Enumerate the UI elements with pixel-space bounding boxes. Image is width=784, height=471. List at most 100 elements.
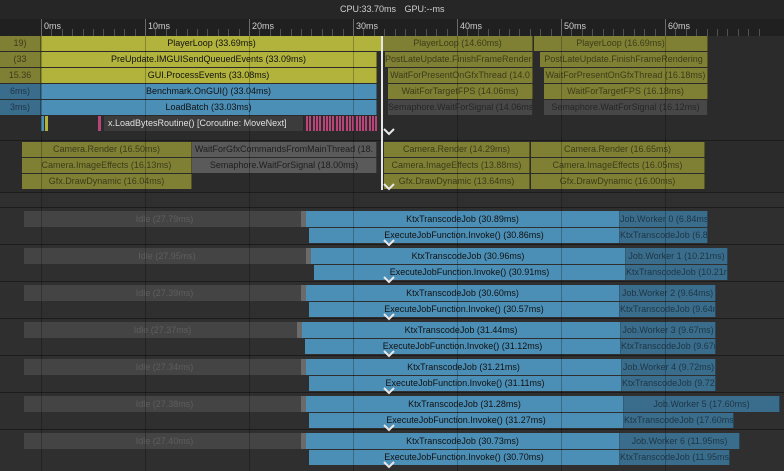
sample-playerloop[interactable]: PlayerLoop (33.69ms) (41, 36, 383, 51)
sample-job-worker[interactable]: Job.Worker 2 (9.64ms) (620, 285, 716, 301)
sample-job-worker[interactable]: Job.Worker 1 (10.21ms) (626, 248, 728, 264)
coroutine-sample-tick[interactable] (342, 116, 345, 131)
sample-idle[interactable]: Idle (27.40ms) (24, 433, 306, 449)
sample-job-worker[interactable]: Job.Worker 4 (9.72ms) (622, 359, 716, 375)
sample-ktx-transcode-job[interactable]: KtxTranscodeJob (9.64ms) (620, 302, 716, 317)
sample-job-worker[interactable]: Job.Worker 5 (17.60ms) (624, 396, 780, 412)
coroutine-sample-tick[interactable] (312, 116, 315, 131)
coroutine-sample-tick[interactable] (348, 116, 351, 131)
sample-benchmark-ongui[interactable]: Benchmark.OnGUI() (33.04ms) (41, 84, 377, 99)
coroutine-sample-tick[interactable] (329, 116, 332, 131)
sample-sliver[interactable] (301, 285, 306, 301)
sample-sliver[interactable] (297, 322, 302, 338)
sample-semaphore-wait[interactable]: Semaphore.WaitForSignal (18.00ms) (192, 158, 377, 173)
coroutine-sample-tick[interactable] (365, 116, 368, 131)
sample-camera-render[interactable]: Camera.Render (16.65ms) (531, 142, 705, 157)
sample-idle[interactable]: Idle (27.39ms) (24, 285, 306, 301)
sample-sliver[interactable] (301, 433, 306, 449)
sample-execute-job-function[interactable]: ExecuteJobFunction.Invoke() (30.91ms) (314, 265, 626, 280)
sample-idle[interactable]: Idle (27.37ms) (24, 322, 302, 338)
coroutine-sample-tick[interactable] (315, 116, 318, 131)
cutoff-sample[interactable]: 3ms) (0, 100, 41, 115)
sample-idle[interactable]: Idle (27.38ms) (24, 396, 306, 412)
sample-ktx-transcode-job[interactable]: KtxTranscodeJob (11.95ms) (620, 450, 730, 465)
coroutine-sample-tick[interactable] (345, 116, 348, 131)
sample-sliver[interactable] (306, 248, 311, 264)
sample-waitfortargetfps[interactable]: WaitForTargetFPS (14.06ms) (388, 84, 533, 99)
chevron-down-icon[interactable] (383, 276, 395, 284)
ruler-minor-tick (633, 29, 635, 36)
coroutine-sample-tick[interactable] (372, 116, 374, 131)
sample-camera-imageeffects[interactable]: Camera.ImageEffects (16.13ms) (22, 158, 192, 173)
ruler-minor-tick (488, 29, 490, 36)
sample-semaphore-wait[interactable]: Semaphore.WaitForSignal (16.12ms) (544, 100, 708, 115)
sample-sliver[interactable] (301, 211, 306, 227)
sample-waitfortargetfps[interactable]: WaitForTargetFPS (16.18ms) (544, 84, 708, 99)
coroutine-sample-tick[interactable] (368, 116, 371, 131)
chevron-down-icon[interactable] (383, 387, 395, 395)
sample-execute-job-function[interactable]: ExecuteJobFunction.Invoke() (31.27ms) (309, 413, 624, 428)
sample-preupdate[interactable]: PreUpdate.IMGUISendQueuedEvents (33.09ms… (41, 52, 377, 67)
sample-job-worker[interactable]: Job.Worker 3 (9.67ms) (621, 322, 716, 338)
sample-sliver[interactable] (301, 359, 306, 375)
sample-execute-job-function[interactable]: ExecuteJobFunction.Invoke() (31.11ms) (309, 376, 622, 391)
sample-gui-processevents[interactable]: GUI.ProcessEvents (33.08ms) (41, 68, 377, 83)
sample-ktx-transcode-job[interactable]: KtxTranscodeJob (10.21ms) (626, 265, 728, 280)
sample-job-worker[interactable]: Job.Worker 0 (6.84ms) (620, 211, 708, 227)
coroutine-sample-tick[interactable] (358, 116, 361, 131)
coroutine-sample-tick[interactable] (339, 116, 341, 131)
sample-idle[interactable]: Idle (27.95ms) (24, 248, 311, 264)
sample-execute-job-function[interactable]: ExecuteJobFunction.Invoke() (30.57ms) (309, 302, 620, 317)
sample-gfx-drawdynamic[interactable]: Gfx.DrawDynamic (16.04ms) (22, 174, 192, 189)
cutoff-sample[interactable]: 19) (0, 36, 41, 51)
sample-playerloop[interactable]: PlayerLoop (14.60ms) (383, 36, 533, 51)
coroutine-sample-tick[interactable] (319, 116, 322, 131)
cutoff-sample[interactable]: 6ms) (0, 84, 41, 99)
sample-sliver[interactable] (98, 116, 101, 131)
coroutine-sample-tick[interactable] (362, 116, 365, 131)
sample-ktx-transcode-job[interactable]: KtxTranscodeJob (30.96ms) (311, 248, 626, 264)
coroutine-sample-tick[interactable] (322, 116, 325, 131)
cutoff-sample[interactable]: (33 (0, 52, 41, 67)
sample-loadbatch[interactable]: LoadBatch (33.03ms) (41, 100, 377, 115)
sample-sliver[interactable] (45, 116, 48, 131)
sample-semaphore-wait[interactable]: Semaphore.WaitForSignal (14.06ms) (388, 100, 533, 115)
time-ruler[interactable]: 0ms 10ms 20ms 30ms 40ms 50ms 60ms (0, 19, 784, 36)
coroutine-sample-tick[interactable] (375, 116, 378, 131)
sample-idle[interactable]: Idle (27.34ms) (24, 359, 306, 375)
cutoff-sample[interactable]: 15.36 (0, 68, 41, 83)
chevron-down-icon[interactable] (383, 424, 395, 432)
timeline-view[interactable]: 19) (33 15.36 6ms) 3ms) PlayerLoop (33.69ms) P… (0, 36, 784, 471)
coroutine-sample-tick[interactable] (335, 116, 338, 131)
sample-ktx-transcode-job[interactable]: KtxTranscodeJob (31.44ms) (302, 322, 621, 338)
sample-finishframe[interactable]: PostLateUpdate.FinishFrameRendering (385, 52, 533, 67)
sample-idle[interactable]: Idle (27.79ms) (24, 211, 306, 227)
sample-gfx-drawdynamic[interactable]: Gfx.DrawDynamic (16.00ms) (531, 174, 705, 189)
sample-sliver[interactable] (301, 396, 306, 412)
sample-finishframe[interactable]: PostLateUpdate.FinishFrameRendering (540, 52, 708, 67)
coroutine-sample-tick[interactable] (325, 116, 328, 131)
sample-camera-imageeffects[interactable]: Camera.ImageEffects (16.05ms) (531, 158, 705, 173)
sample-waitforpresent[interactable]: WaitForPresentOnGfxThread (16.18ms) (544, 68, 708, 83)
chevron-down-icon[interactable] (383, 461, 395, 469)
sample-ktx-transcode-job[interactable]: KtxTranscodeJob (6.84ms) (620, 228, 708, 243)
sample-camera-render[interactable]: Camera.Render (16.50ms) (22, 142, 192, 157)
sample-execute-job-function[interactable]: ExecuteJobFunction.Invoke() (30.70ms) (309, 450, 620, 465)
coroutine-sample-tick[interactable] (355, 116, 358, 131)
coroutine-sample-tick[interactable] (332, 116, 335, 131)
sample-waitforgfx[interactable]: WaitForGfxCommandsFromMainThread (18. (192, 142, 377, 157)
chevron-down-icon[interactable] (383, 239, 395, 247)
sample-ktx-transcode-job[interactable]: KtxTranscodeJob (9.72ms) (622, 376, 716, 391)
coroutine-sample-tick[interactable] (306, 116, 308, 131)
chevron-down-icon[interactable] (383, 313, 395, 321)
coroutine-sample-tick[interactable] (309, 116, 312, 131)
sample-waitforpresent[interactable]: WaitForPresentOnGfxThread (14.0 (388, 68, 533, 83)
chevron-down-icon[interactable] (383, 183, 395, 191)
sample-job-worker[interactable]: Job.Worker 6 (11.95ms) (620, 433, 740, 449)
chevron-down-icon[interactable] (383, 128, 395, 136)
sample-ktx-transcode-job[interactable]: KtxTranscodeJob (9.67ms) (621, 339, 716, 354)
chevron-down-icon[interactable] (383, 350, 395, 358)
sample-execute-job-function[interactable]: ExecuteJobFunction.Invoke() (30.86ms) (309, 228, 620, 243)
sample-coroutine[interactable]: x.LoadBytesRoutine() [Coroutine: MoveNex… (104, 116, 304, 131)
sample-ktx-transcode-job[interactable]: KtxTranscodeJob (17.60ms) (624, 413, 734, 428)
